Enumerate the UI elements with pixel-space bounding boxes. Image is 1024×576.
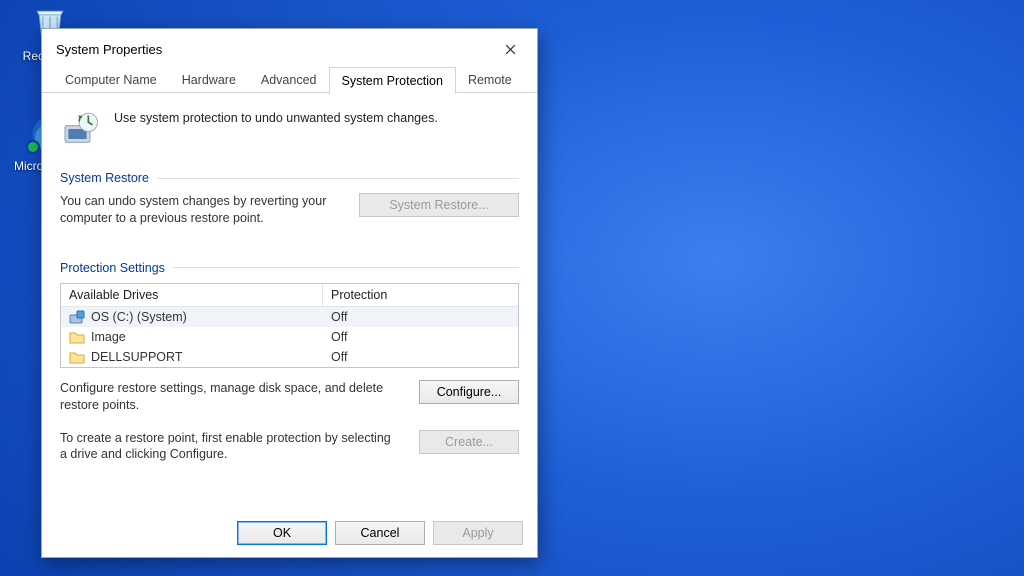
apply-button[interactable]: Apply xyxy=(433,521,523,545)
intro-text: Use system protection to undo unwanted s… xyxy=(114,109,438,125)
close-button[interactable] xyxy=(495,38,525,60)
drives-header-row: Available Drives Protection xyxy=(61,284,518,307)
tab-remote[interactable]: Remote xyxy=(455,66,525,93)
folder-icon xyxy=(69,330,85,344)
drive-row[interactable]: OS (C:) (System) Off xyxy=(61,307,518,327)
system-drive-icon xyxy=(69,310,85,324)
configure-button[interactable]: Configure... xyxy=(419,380,519,404)
drives-listbox[interactable]: Available Drives Protection OS (C:) (Sys… xyxy=(60,283,519,368)
column-header-drives[interactable]: Available Drives xyxy=(61,284,323,306)
titlebar[interactable]: System Properties xyxy=(42,29,537,66)
column-header-protection[interactable]: Protection xyxy=(323,284,518,306)
cancel-button[interactable]: Cancel xyxy=(335,521,425,545)
configure-description: Configure restore settings, manage disk … xyxy=(60,380,401,414)
tabstrip: Computer Name Hardware Advanced System P… xyxy=(42,66,537,93)
drive-name: OS (C:) (System) xyxy=(91,310,187,324)
system-properties-window: System Properties Computer Name Hardware… xyxy=(41,28,538,558)
ok-button[interactable]: OK xyxy=(237,521,327,545)
drive-row[interactable]: Image Off xyxy=(61,327,518,347)
drive-status: Off xyxy=(323,327,518,347)
group-heading: System Restore xyxy=(60,171,157,185)
dialog-footer: OK Cancel Apply xyxy=(42,511,537,557)
create-button[interactable]: Create... xyxy=(419,430,519,454)
tab-computer-name[interactable]: Computer Name xyxy=(52,66,170,93)
system-protection-icon xyxy=(60,109,100,149)
close-icon xyxy=(505,44,516,55)
drive-name: Image xyxy=(91,330,126,344)
intro-row: Use system protection to undo unwanted s… xyxy=(60,107,519,161)
tab-system-protection[interactable]: System Protection xyxy=(329,67,456,94)
group-protection-settings: Protection Settings Available Drives Pro… xyxy=(60,261,519,464)
drive-status: Off xyxy=(323,307,518,327)
window-title: System Properties xyxy=(56,42,162,57)
drive-name: DELLSUPPORT xyxy=(91,350,182,364)
group-heading: Protection Settings xyxy=(60,261,173,275)
shortcut-badge-icon xyxy=(26,140,40,154)
tab-content: Use system protection to undo unwanted s… xyxy=(42,93,537,533)
tab-advanced[interactable]: Advanced xyxy=(248,66,330,93)
group-system-restore: System Restore You can undo system chang… xyxy=(60,171,519,227)
tab-hardware[interactable]: Hardware xyxy=(169,66,249,93)
restore-description: You can undo system changes by reverting… xyxy=(60,193,341,227)
drive-status: Off xyxy=(323,347,518,367)
folder-icon xyxy=(69,350,85,364)
system-restore-button[interactable]: System Restore... xyxy=(359,193,519,217)
drive-row[interactable]: DELLSUPPORT Off xyxy=(61,347,518,367)
create-description: To create a restore point, first enable … xyxy=(60,430,401,464)
